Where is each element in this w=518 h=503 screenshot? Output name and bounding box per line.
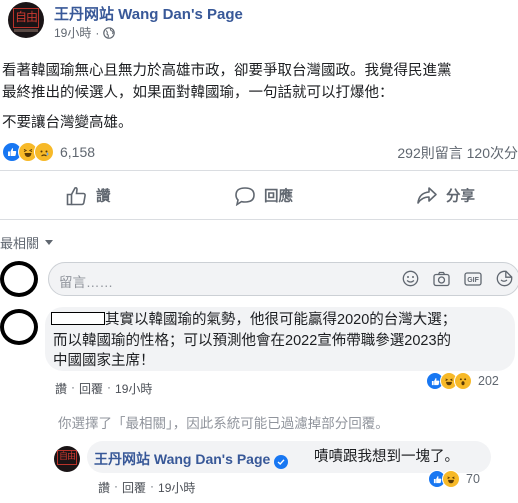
reply-reaction-count: 70	[466, 472, 480, 486]
comment-filter-dropdown[interactable]: 最相關	[0, 233, 54, 252]
redacted-commenter-name	[51, 312, 105, 325]
reply-reactions[interactable]: 70	[428, 470, 480, 488]
separator-dot: ·	[114, 479, 119, 493]
reply-bubble: 王丹网站 Wang Dan's Page 嘖嘖跟我想到一塊了。	[87, 441, 491, 473]
like-label: 讚	[96, 189, 111, 205]
page-avatar-logo: 自由	[13, 8, 39, 28]
caret-down-icon	[45, 239, 54, 245]
comment-time[interactable]: 19小時	[115, 380, 152, 397]
like-button[interactable]: 讚	[66, 185, 111, 206]
haha-reaction-icon	[442, 470, 460, 488]
current-user-avatar[interactable]	[0, 261, 38, 297]
divider	[0, 219, 518, 220]
commenter-avatar[interactable]	[0, 309, 38, 345]
separator-dot: ·	[71, 380, 76, 394]
share-label: 分享	[446, 189, 475, 205]
filter-label: 最相關	[0, 236, 40, 251]
reply-actions: 讚 · 回覆 · 19小時	[98, 479, 195, 496]
page-avatar[interactable]: 自由	[8, 2, 44, 38]
reaction-count[interactable]: 6,158	[60, 144, 95, 160]
gif-icon[interactable]: GIF	[464, 271, 482, 287]
comment-reactions[interactable]: 202	[426, 372, 499, 390]
separator-dot: ·	[107, 380, 112, 394]
comment-bubble: 其實以韓國瑜的氣勢，他很可能贏得2020的台灣大選； 而以韓國瑜的性格；可以預測…	[45, 307, 515, 371]
separator-dot: ·	[150, 479, 155, 493]
comment-button[interactable]: 回應	[234, 185, 293, 206]
comment-label: 回應	[264, 189, 293, 205]
post-line: 最終推出的候選人，如果面對韓國瑜，一句話就可以打爆他：	[2, 85, 394, 101]
reply-text: 嘖嘖跟我想到一塊了。	[314, 449, 459, 465]
comment-reaction-count: 202	[478, 374, 499, 388]
meta-separator: ·	[95, 25, 100, 40]
comment-icon	[235, 186, 255, 206]
post-line: 看著韓國瑜無心且無力於高雄市政，卻要爭取台灣國政。我覺得民進黨	[2, 63, 452, 79]
post-line: 不要讓台灣變高雄。	[2, 115, 133, 131]
page-name-link[interactable]: 王丹网站 Wang Dan's Page	[54, 3, 243, 24]
comment-input[interactable]: 留言…… GIF	[48, 262, 518, 296]
share-button[interactable]: 分享	[416, 185, 475, 206]
page-avatar-subtitle-bar	[14, 29, 38, 32]
comment-line: 而以韓國瑜的性格；可以預測他會在2022宣佈帶職參選2023的	[53, 333, 452, 349]
filter-notice: 你選擇了「最相關」，因此系統可能已過濾掉部分回覆。	[58, 416, 389, 431]
post-time[interactable]: 19小時	[54, 24, 91, 41]
post-body: 看著韓國瑜無心且無力於高雄市政，卻要爭取台灣國政。我覺得民進黨 最終推出的候選人…	[2, 60, 518, 134]
svg-text:GIF: GIF	[467, 277, 479, 284]
emoji-icon[interactable]	[402, 270, 419, 287]
reactions-summary[interactable]: 6,158	[2, 142, 95, 162]
wow-reaction-icon	[454, 372, 472, 390]
comment-share-stats[interactable]: 292則留言 120次分	[397, 143, 518, 163]
reply-time[interactable]: 19小時	[158, 479, 195, 496]
reply-author-name[interactable]: 王丹网站 Wang Dan's Page	[94, 449, 289, 469]
sticker-icon[interactable]	[496, 270, 513, 287]
sad-reaction-icon	[34, 142, 54, 162]
reply-like-link[interactable]: 讚	[98, 479, 110, 496]
share-icon	[417, 186, 437, 204]
comment-line: 中國國家主席！	[53, 353, 155, 369]
comment-placeholder: 留言……	[59, 275, 113, 290]
reply-author-avatar[interactable]: 自由	[54, 446, 80, 472]
divider	[0, 170, 518, 171]
reply-reply-link[interactable]: 回覆	[122, 479, 146, 496]
post-meta: 19小時 ·	[54, 24, 116, 41]
comment-reply-link[interactable]: 回覆	[79, 380, 103, 397]
comment-like-link[interactable]: 讚	[55, 380, 67, 397]
reply-avatar-logo: 自由	[57, 450, 77, 465]
camera-icon[interactable]	[433, 271, 450, 287]
reply-author-label: 王丹网站 Wang Dan's Page	[94, 451, 271, 467]
globe-icon	[103, 26, 116, 39]
comment-actions: 讚 · 回覆 · 19小時	[55, 380, 152, 397]
verified-badge-icon	[274, 455, 289, 469]
thumbs-up-icon	[66, 186, 86, 205]
comment-line: 其實以韓國瑜的氣勢，他很可能贏得2020的台灣大選；	[105, 312, 457, 328]
